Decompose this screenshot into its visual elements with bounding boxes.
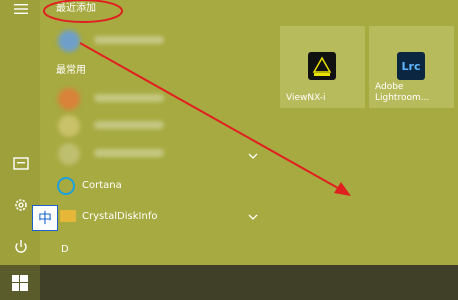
folder-icon xyxy=(60,210,76,222)
power-icon[interactable] xyxy=(12,238,30,256)
recent-header: 最近添加 xyxy=(56,3,96,14)
start-button[interactable] xyxy=(0,265,40,300)
tile-viewnx-i[interactable]: ViewNX-i xyxy=(280,26,365,108)
cortana-ring-icon xyxy=(57,177,75,195)
hamburger-menu-icon[interactable] xyxy=(12,0,30,18)
chevron-down-icon[interactable] xyxy=(248,152,258,160)
blurred-app-icon xyxy=(58,88,80,110)
app-label: Cortana xyxy=(82,180,122,191)
viewnx-logo-icon xyxy=(308,52,336,80)
blurred-app-icon xyxy=(58,115,80,137)
list-item[interactable] xyxy=(52,85,262,111)
file-explorer-icon[interactable] xyxy=(12,154,30,172)
ime-indicator[interactable]: 中 xyxy=(32,205,58,231)
tile-adobe-lightroom[interactable]: Lrc Adobe Lightroom... xyxy=(369,26,454,108)
tile-label: Adobe Lightroom... xyxy=(375,82,430,103)
windows-logo-icon xyxy=(12,275,28,291)
list-item[interactable] xyxy=(52,140,262,166)
blurred-app-icon xyxy=(58,143,80,165)
lightroom-logo-icon: Lrc xyxy=(397,52,425,80)
taskbar xyxy=(0,265,458,300)
frequent-header: 最常用 xyxy=(56,65,86,76)
app-cortana[interactable]: Cortana xyxy=(52,173,262,199)
blurred-app-label xyxy=(94,36,164,44)
settings-gear-icon[interactable] xyxy=(12,196,30,214)
blurred-app-label xyxy=(94,94,164,102)
letter-header-d[interactable]: D xyxy=(61,244,69,256)
chevron-down-icon[interactable] xyxy=(248,213,258,221)
list-item[interactable] xyxy=(52,27,262,53)
tile-label: ViewNX-i xyxy=(286,93,326,103)
blurred-app-label xyxy=(94,149,164,157)
app-label: CrystalDiskInfo xyxy=(82,211,158,222)
blurred-app-icon xyxy=(58,30,80,52)
app-crystaldiskinfo[interactable]: CrystalDiskInfo xyxy=(52,204,262,230)
annotation-arrowhead xyxy=(334,182,351,196)
list-item[interactable] xyxy=(52,112,262,138)
blurred-app-label xyxy=(94,121,164,129)
